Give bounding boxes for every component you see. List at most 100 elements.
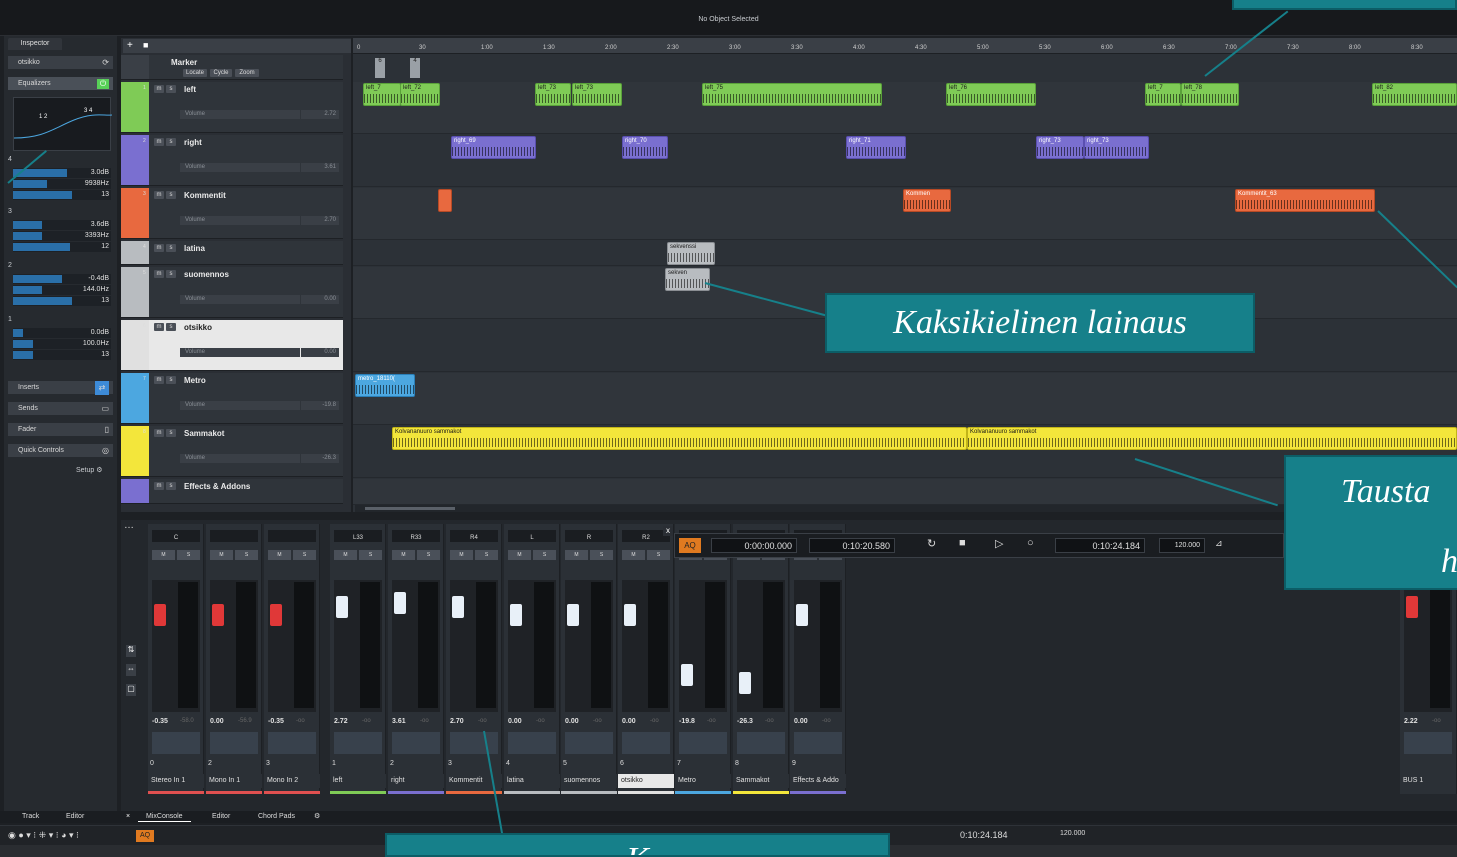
- play-icon[interactable]: ▷: [995, 537, 1003, 550]
- eq-gain-field[interactable]: 3.6dB: [13, 220, 111, 230]
- mute-button[interactable]: m: [154, 323, 164, 331]
- eq-power-icon[interactable]: ⏻: [97, 79, 109, 89]
- mute-button[interactable]: M: [508, 550, 531, 560]
- eq-q-field[interactable]: 13: [13, 350, 111, 360]
- track-name[interactable]: Sammakot: [184, 429, 224, 438]
- audio-event[interactable]: sekvenssi: [667, 242, 715, 265]
- volume-lane-value[interactable]: 3.61: [301, 163, 339, 172]
- channel-name[interactable]: Metro: [675, 774, 731, 788]
- pan-control[interactable]: L33: [334, 530, 382, 542]
- track-name[interactable]: left: [184, 85, 196, 94]
- metronome-icon[interactable]: ⊿: [1215, 538, 1223, 549]
- read-write-buttons[interactable]: [679, 732, 727, 754]
- audio-event[interactable]: sekven: [665, 268, 710, 291]
- audio-event[interactable]: right_69: [451, 136, 536, 159]
- track-header-7[interactable]: 8 ms Sammakot Volume -26.3: [121, 426, 343, 477]
- audio-event[interactable]: left_78: [1181, 83, 1239, 106]
- folder-icon[interactable]: ■: [143, 40, 148, 50]
- channel-name[interactable]: suomennos: [561, 774, 617, 788]
- mute-button[interactable]: M: [392, 550, 415, 560]
- solo-button[interactable]: S: [235, 550, 258, 560]
- solo-button[interactable]: S: [590, 550, 613, 560]
- eq-gain-field[interactable]: 3.0dB: [13, 168, 111, 178]
- channel-name[interactable]: Mono In 1: [206, 774, 262, 788]
- read-write-buttons[interactable]: [152, 732, 200, 754]
- mute-button[interactable]: M: [152, 550, 175, 560]
- channel-name[interactable]: Mono In 2: [264, 774, 320, 788]
- track-header-6[interactable]: 7 ms Metro Volume -19.8: [121, 373, 343, 424]
- fader-handle[interactable]: [567, 604, 579, 626]
- fader-handle[interactable]: [510, 604, 522, 626]
- audio-event[interactable]: Kommentit_63: [1235, 189, 1375, 212]
- pan-control[interactable]: [210, 530, 258, 542]
- marker[interactable]: 4: [410, 58, 420, 78]
- scrollbar-thumb[interactable]: [365, 507, 455, 510]
- audio-event[interactable]: left_7: [1145, 83, 1181, 106]
- audio-event[interactable]: Kolvananuuro sammakot: [967, 427, 1457, 450]
- read-write-buttons[interactable]: [565, 732, 613, 754]
- solo-button[interactable]: S: [293, 550, 316, 560]
- audio-event[interactable]: right_71: [846, 136, 906, 159]
- mute-button[interactable]: m: [154, 429, 164, 437]
- eq-freq-field[interactable]: 144.0Hz: [13, 285, 111, 295]
- channel-name[interactable]: right: [388, 774, 444, 788]
- fader-handle[interactable]: [394, 592, 406, 614]
- zoom-button[interactable]: Zoom: [235, 69, 259, 77]
- channel-strip[interactable]: R2 MS 0.00 -oo 6 otsikko: [618, 524, 674, 794]
- audio-event[interactable]: left_73: [535, 83, 571, 106]
- eq-gain-field[interactable]: -0.4dB: [13, 274, 111, 284]
- track-name[interactable]: Effects & Addons: [184, 482, 250, 491]
- inspector-tab[interactable]: Inspector: [8, 38, 62, 50]
- audio-event[interactable]: left_76: [946, 83, 1036, 106]
- audio-event[interactable]: right_73: [1036, 136, 1084, 159]
- fader-handle[interactable]: [452, 596, 464, 618]
- solo-button[interactable]: s: [166, 244, 176, 252]
- audio-event[interactable]: metro_18110(: [355, 374, 415, 397]
- channel-strip[interactable]: MS 0.00 -56.9 2 Mono In 1: [206, 524, 262, 794]
- audio-event[interactable]: left_72: [400, 83, 440, 106]
- channel-name[interactable]: latina: [504, 774, 560, 788]
- solo-button[interactable]: S: [647, 550, 670, 560]
- channel-name[interactable]: otsikko: [618, 774, 674, 788]
- audio-event[interactable]: [438, 189, 452, 212]
- mixer-tool-icon[interactable]: ⇅: [126, 645, 136, 657]
- track-name[interactable]: Kommentit: [184, 191, 226, 200]
- inspector-section[interactable]: Sends ▭: [8, 402, 113, 416]
- pan-control[interactable]: R33: [392, 530, 440, 542]
- read-write-buttons[interactable]: [210, 732, 258, 754]
- eq-gain-field[interactable]: 0.0dB: [13, 328, 111, 338]
- marker-track[interactable]: Marker Locate Cycle Zoom: [121, 55, 343, 80]
- track-name[interactable]: Metro: [184, 376, 206, 385]
- fader-handle[interactable]: [212, 604, 224, 626]
- pan-control[interactable]: L: [508, 530, 556, 542]
- solo-button[interactable]: s: [166, 482, 176, 490]
- locate-button[interactable]: Locate: [183, 69, 207, 77]
- track-header-1[interactable]: 2 ms right Volume 3.61: [121, 135, 343, 186]
- read-write-buttons[interactable]: [1404, 732, 1452, 754]
- solo-button[interactable]: S: [177, 550, 200, 560]
- volume-lane-value[interactable]: 0.00: [301, 348, 339, 357]
- record-icon[interactable]: ○: [1027, 537, 1034, 549]
- left-locator[interactable]: 0:00:00.000: [711, 538, 797, 553]
- solo-button[interactable]: S: [533, 550, 556, 560]
- fader-handle[interactable]: [681, 664, 693, 686]
- track-name[interactable]: right: [184, 138, 202, 147]
- audio-event[interactable]: left_75: [702, 83, 882, 106]
- tempo-display[interactable]: 120.000: [1159, 538, 1205, 553]
- solo-button[interactable]: s: [166, 323, 176, 331]
- channel-strip[interactable]: R33 MS 3.61 -oo 2 right: [388, 524, 444, 794]
- eq-q-field[interactable]: 12: [13, 242, 111, 252]
- mute-button[interactable]: m: [154, 244, 164, 252]
- fader-handle[interactable]: [270, 604, 282, 626]
- solo-button[interactable]: s: [166, 138, 176, 146]
- audio-event[interactable]: Kolvananuuro sammakot: [392, 427, 967, 450]
- audio-event[interactable]: left_82: [1372, 83, 1457, 106]
- time-ruler[interactable]: 0 30 1:00 1:30 2:00 2:30 3:00 3:30 4:00 4:30 5:00 5…: [353, 38, 1457, 54]
- mute-button[interactable]: M: [210, 550, 233, 560]
- equalizers-section[interactable]: Equalizers ⏻: [8, 77, 113, 91]
- mixer-tool-icon[interactable]: ▢: [126, 684, 136, 696]
- pan-control[interactable]: [268, 530, 316, 542]
- pan-control[interactable]: R: [565, 530, 613, 542]
- read-write-buttons[interactable]: [334, 732, 382, 754]
- audio-event[interactable]: right_73: [1084, 136, 1149, 159]
